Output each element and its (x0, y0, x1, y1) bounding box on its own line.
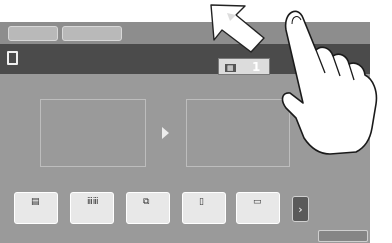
hand-pointer-icon (281, 10, 378, 155)
gesture-overlay (210, 4, 378, 155)
flick-arrow-icon (210, 4, 265, 53)
screen: ▦ 1 ▤ ⅲⅲ ⧉ ▯ ▭ › (0, 0, 392, 243)
